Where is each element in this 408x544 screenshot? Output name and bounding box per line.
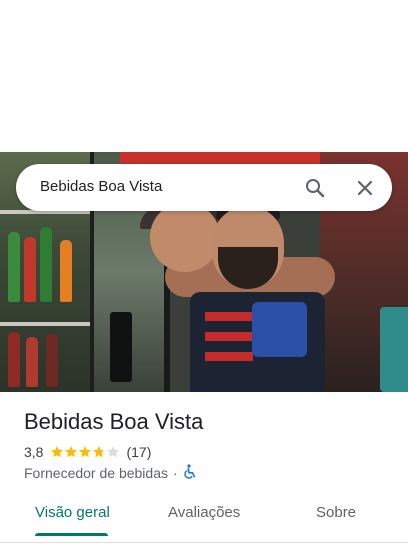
rating-row[interactable]: 3,8 (17) (24, 443, 151, 461)
star-icon (51, 446, 64, 458)
search-icon[interactable] (303, 176, 327, 200)
fridge-handle (110, 312, 132, 382)
rating-value: 3,8 (24, 444, 44, 460)
banner (120, 152, 320, 164)
wheelchair-icon (183, 464, 197, 482)
divider (0, 542, 408, 543)
shirt-flag (252, 302, 307, 357)
category-row: Fornecedor de bebidas · (24, 464, 197, 482)
tab-bar: Visão geral Avaliações Sobre (0, 494, 408, 538)
tab-overview[interactable]: Visão geral (35, 504, 110, 521)
reviews-count[interactable]: (17) (126, 444, 151, 460)
bucket (380, 307, 408, 392)
star-icon (93, 446, 106, 458)
tab-about[interactable]: Sobre (316, 504, 356, 521)
star-icon (107, 446, 120, 458)
search-input[interactable]: Bebidas Boa Vista (40, 178, 162, 195)
place-category[interactable]: Fornecedor de bebidas (24, 465, 168, 481)
close-icon[interactable] (353, 176, 377, 200)
star-icon (79, 446, 92, 458)
rating-stars (50, 445, 120, 459)
tab-reviews[interactable]: Avaliações (168, 504, 240, 521)
person-head (150, 202, 220, 272)
map-blank-area (0, 0, 408, 152)
search-bar[interactable]: Bebidas Boa Vista (16, 164, 392, 211)
place-title: Bebidas Boa Vista (24, 409, 204, 434)
active-tab-indicator (35, 533, 108, 536)
separator: · (173, 465, 178, 481)
star-icon (65, 446, 78, 458)
